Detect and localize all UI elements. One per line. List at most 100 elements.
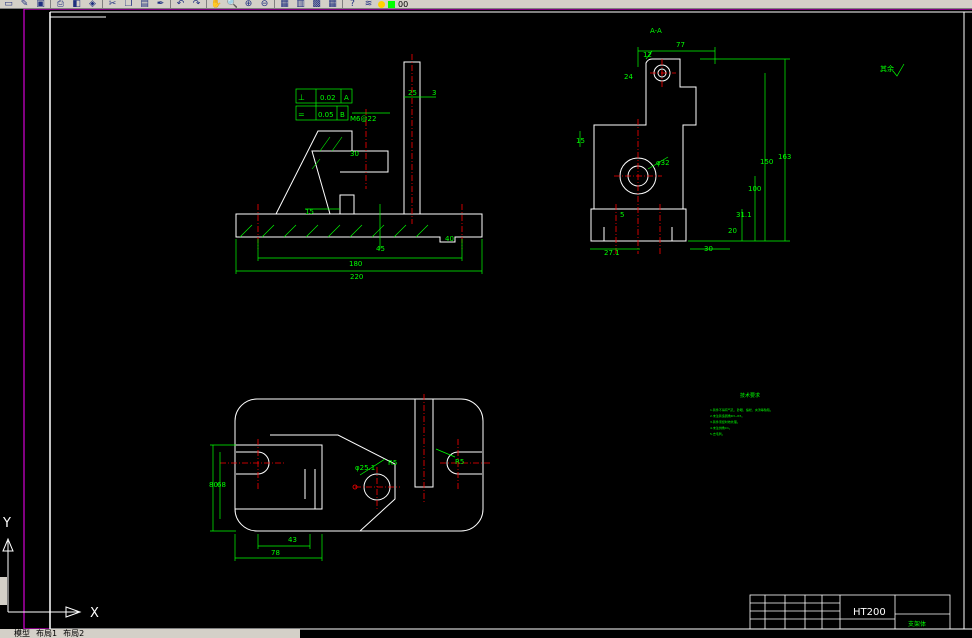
- front-dim-30: 30: [350, 150, 359, 158]
- side-dim-24: 24: [624, 73, 633, 81]
- top-dim-slot: R5: [388, 459, 397, 467]
- side-dim-30: 30: [704, 245, 713, 253]
- top-dim-43: 43: [288, 536, 297, 544]
- zoom-prev-icon[interactable]: ⊖: [258, 0, 271, 8]
- paper-frame: [23, 9, 972, 630]
- datum1-symbol: ⊥: [298, 93, 305, 102]
- plot-icon[interactable]: ⎙: [54, 0, 67, 8]
- datum1-letter: A: [344, 94, 349, 102]
- properties-icon[interactable]: ▦: [278, 0, 291, 8]
- toolbar: ▭ ✎ ▣ ⎙ ◧ ◈ ✂ ❐ ▤ ✒ ↶ ↷ ✋ 🔍 ⊕ ⊖ ▦ ▥ ▩ ▦? ≋ 00: [0, 0, 972, 9]
- top-dim-68: 68: [217, 481, 226, 489]
- side-dim-20: 20: [728, 227, 737, 235]
- tool-palette-icon[interactable]: ▩: [310, 0, 323, 8]
- top-centerlines: [220, 394, 492, 509]
- toolbar-separator: [342, 0, 343, 8]
- side-dim-12: 12: [643, 51, 652, 59]
- match-prop-icon[interactable]: ✒: [154, 0, 167, 8]
- datum1-value: 0.02: [320, 94, 336, 102]
- zoom-icon[interactable]: 🔍: [226, 0, 239, 8]
- datum2-letter: B: [340, 111, 345, 119]
- side-dim-163: 163: [778, 153, 791, 161]
- preview-icon[interactable]: ◧: [70, 0, 83, 8]
- front-dim-220: 220: [350, 273, 363, 281]
- tech-note-3: 3.铸件须经时效处理。: [710, 419, 740, 424]
- side-dim-31: 31.1: [736, 211, 752, 219]
- front-view: [235, 61, 483, 243]
- top-dim-78: 78: [271, 549, 280, 557]
- copy-icon[interactable]: ❐: [122, 0, 135, 8]
- tab-layout1[interactable]: 布局1: [36, 629, 57, 638]
- layer-on-icon[interactable]: [378, 1, 385, 8]
- tech-note-5: 5.去毛刺。: [710, 431, 725, 436]
- toolbar-separator: [206, 0, 207, 8]
- tech-note-1: 1.铸件不得有气孔、砂眼、缩松、夹渣等缺陷。: [710, 407, 773, 412]
- side-dim-150: 150: [760, 158, 773, 166]
- axis-x-label: X: [90, 606, 99, 621]
- side-dim-15: 15: [576, 137, 585, 145]
- pan-icon[interactable]: ✋: [210, 0, 223, 8]
- paste-icon[interactable]: ▤: [138, 0, 151, 8]
- side-dim-5: 5: [620, 211, 624, 219]
- open-icon[interactable]: ✎: [18, 0, 31, 8]
- publish-icon[interactable]: ◈: [86, 0, 99, 8]
- toolbar-separator: [170, 0, 171, 8]
- front-dim-bore: M6@22: [350, 115, 376, 123]
- help-icon[interactable]: ?: [346, 0, 359, 8]
- top-dim-right-slot: R5: [455, 458, 464, 466]
- top-inner-left: [235, 444, 323, 510]
- side-dim-77: 77: [676, 41, 685, 49]
- side-dim-text: 77 12 24 163 150 100 31.1 20 15 30 27.1 …: [576, 27, 894, 257]
- save-icon[interactable]: ▣: [34, 0, 47, 8]
- front-dim-40: 40: [445, 235, 454, 243]
- front-boss: [340, 150, 389, 173]
- datum2-symbol: =: [298, 110, 305, 119]
- part-name: 支架体: [908, 620, 926, 628]
- layers-icon[interactable]: ≋: [362, 0, 375, 8]
- material-label: HT200: [853, 607, 886, 618]
- front-dim-45: 45: [376, 245, 385, 253]
- top-dim-bore: φ25.1: [355, 464, 375, 472]
- ucs-icon: [2, 537, 82, 618]
- side-body: [590, 58, 697, 242]
- tech-notes: 技术要求 1.铸件不得有气孔、砂眼、缩松、夹渣等缺陷。 2.未注铸造圆角R3~R…: [710, 392, 773, 436]
- redo-icon[interactable]: ↷: [190, 0, 203, 8]
- left-toolstrip[interactable]: [0, 577, 7, 605]
- side-dim-100: 100: [748, 185, 761, 193]
- section-label: A-A: [650, 27, 662, 35]
- front-dim-15: 15: [305, 208, 314, 216]
- top-dim-text: 78 43 80 68 φ25.1 R5 R5: [209, 458, 464, 557]
- side-dims: [579, 47, 790, 250]
- roughness-note: 其余: [880, 64, 894, 73]
- toolbar-separator: [274, 0, 275, 8]
- layer-color-swatch[interactable]: [388, 1, 395, 8]
- datum2-value: 0.05: [318, 111, 334, 119]
- new-icon[interactable]: ▭: [2, 0, 15, 8]
- drawing-canvas[interactable]: 180 220 25 3 ⊥ 0.02 A = 0.05 B M6@22 15 …: [0, 9, 972, 638]
- top-rib-outline: [270, 434, 396, 532]
- layer-name[interactable]: 00: [398, 0, 408, 8]
- layout-tabs: 模型 布局1 布局2: [0, 629, 300, 638]
- side-view: [590, 58, 697, 242]
- axis-y-label: Y: [2, 516, 11, 531]
- calculator-icon[interactable]: ▦: [326, 0, 339, 8]
- tab-model[interactable]: 模型: [14, 629, 30, 638]
- tech-note-2: 2.未注铸造圆角R3~R5。: [710, 413, 744, 418]
- roughness-icon: [892, 63, 905, 77]
- front-hatch: [239, 136, 429, 238]
- toolbar-separator: [102, 0, 103, 8]
- top-dims: [210, 444, 456, 561]
- toolbar-separator: [50, 0, 51, 8]
- tech-note-4: 4.未注倒角C1。: [710, 425, 732, 430]
- side-dim-bore: φ32: [656, 159, 670, 167]
- cut-icon[interactable]: ✂: [106, 0, 119, 8]
- zoom-window-icon[interactable]: ⊕: [242, 0, 255, 8]
- front-dim-25: 25: [408, 89, 417, 97]
- tech-notes-title: 技术要求: [740, 392, 760, 399]
- tab-layout2[interactable]: 布局2: [63, 629, 84, 638]
- undo-icon[interactable]: ↶: [174, 0, 187, 8]
- front-pocket: [339, 194, 355, 215]
- design-center-icon[interactable]: ▥: [294, 0, 307, 8]
- side-centerlines: [614, 59, 676, 254]
- front-dim-3: 3: [432, 89, 436, 97]
